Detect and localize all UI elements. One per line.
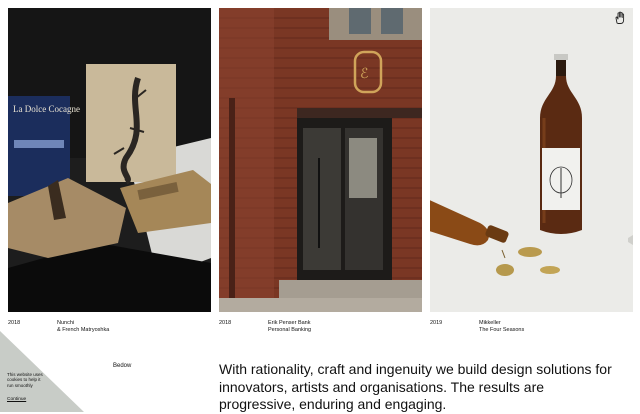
- project-client: Nunchi: [57, 320, 75, 326]
- project-caption-nunchi[interactable]: 2018 Nunchi & French Matryoshka: [8, 320, 211, 334]
- svg-text:ℰ: ℰ: [360, 67, 368, 82]
- project-year: 2018: [219, 320, 232, 326]
- studio-name: Bedow: [113, 363, 132, 369]
- cookie-message: This website uses cookies to help it run…: [7, 372, 43, 388]
- project-client: Mikkeller: [479, 320, 501, 326]
- book-cover-title: La Dolce Cocagne: [13, 104, 80, 114]
- project-tile-mikkeller[interactable]: [430, 8, 633, 312]
- project-client: Erik Penser Bank: [268, 320, 311, 326]
- project-subtitle: & French Matryoshka: [57, 327, 110, 333]
- hand-icon[interactable]: [613, 11, 627, 25]
- project-year: 2018: [8, 320, 21, 326]
- project-tile-nunchi[interactable]: La Dolce Cocagne: [8, 8, 211, 312]
- nunchi-books-image: La Dolce Cocagne: [8, 8, 211, 312]
- bank-entrance-image: ℰ: [219, 8, 422, 312]
- tagline: With rationality, craft and ingenuity we…: [219, 361, 612, 412]
- project-year: 2019: [430, 320, 443, 326]
- project-caption-mikkeller[interactable]: 2019 Mikkeller The Four Seasons: [430, 320, 633, 334]
- mikkeller-bottles-image: [430, 8, 633, 312]
- cookie-continue-link[interactable]: Continue: [7, 397, 26, 402]
- project-subtitle: The Four Seasons: [479, 327, 525, 333]
- project-tile-erik-penser-bank[interactable]: ℰ: [219, 8, 422, 312]
- project-subtitle: Personal Banking: [268, 327, 312, 333]
- project-caption-erik-penser-bank[interactable]: 2018 Erik Penser Bank Personal Banking: [219, 320, 422, 334]
